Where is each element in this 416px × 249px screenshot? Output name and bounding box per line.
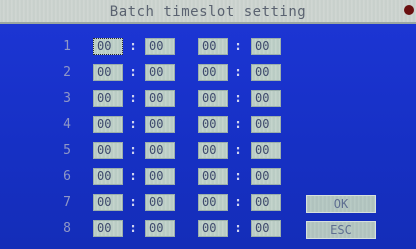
time-separator: : [234, 39, 242, 54]
time-separator: : [129, 91, 137, 106]
time-separator: : [234, 169, 242, 184]
end-hour-field[interactable]: 00 [198, 64, 228, 81]
timeslot-row: 4 00 00 00 00:: [0, 115, 300, 135]
start-hour-field[interactable]: 00 [93, 142, 123, 159]
time-separator: : [234, 117, 242, 132]
time-separator: : [234, 221, 242, 236]
end-minute-field[interactable]: 00 [251, 220, 281, 237]
end-hour-field[interactable]: 00 [198, 38, 228, 55]
start-hour-field[interactable]: 00 [93, 116, 123, 133]
row-number: 8 [63, 221, 71, 236]
row-number: 6 [63, 169, 71, 184]
end-minute-field[interactable]: 00 [251, 194, 281, 211]
start-minute-field[interactable]: 00 [145, 90, 175, 107]
start-minute-field[interactable]: 00 [145, 38, 175, 55]
start-minute-field[interactable]: 00 [145, 142, 175, 159]
start-hour-field[interactable]: 00 [93, 90, 123, 107]
time-separator: : [234, 91, 242, 106]
end-minute-field[interactable]: 00 [251, 90, 281, 107]
end-minute-field[interactable]: 00 [251, 116, 281, 133]
status-indicator-icon [404, 5, 414, 15]
time-separator: : [129, 195, 137, 210]
end-hour-field[interactable]: 00 [198, 90, 228, 107]
timeslot-row: 2 00 00 00 00:: [0, 63, 300, 83]
start-minute-field[interactable]: 00 [145, 64, 175, 81]
time-separator: : [234, 143, 242, 158]
end-minute-field[interactable]: 00 [251, 64, 281, 81]
time-separator: : [129, 39, 137, 54]
row-number: 5 [63, 143, 71, 158]
start-minute-field[interactable]: 00 [145, 168, 175, 185]
start-minute-field[interactable]: 00 [145, 116, 175, 133]
timeslot-row: 8 00 00 00 00:: [0, 219, 300, 239]
time-separator: : [129, 221, 137, 236]
end-minute-field[interactable]: 00 [251, 38, 281, 55]
start-hour-field[interactable]: 00 [93, 220, 123, 237]
end-hour-field[interactable]: 00 [198, 220, 228, 237]
row-number: 1 [63, 39, 71, 54]
row-number: 2 [63, 65, 71, 80]
time-separator: : [129, 143, 137, 158]
end-hour-field[interactable]: 00 [198, 116, 228, 133]
time-separator: : [234, 195, 242, 210]
row-number: 7 [63, 195, 71, 210]
row-number: 3 [63, 91, 71, 106]
row-number: 4 [63, 117, 71, 132]
start-minute-field[interactable]: 00 [145, 194, 175, 211]
start-minute-field[interactable]: 00 [145, 220, 175, 237]
time-separator: : [129, 117, 137, 132]
esc-button[interactable]: ESC [306, 221, 376, 239]
start-hour-field[interactable]: 00 [93, 38, 123, 55]
time-separator: : [129, 169, 137, 184]
timeslot-row: 3 00 00 00 00:: [0, 89, 300, 109]
timeslot-row: 1 00 00 00 00:: [0, 37, 300, 57]
timeslot-row: 7 00 00 00 00:: [0, 193, 300, 213]
timeslot-row: 5 00 00 00 00:: [0, 141, 300, 161]
time-separator: : [129, 65, 137, 80]
end-hour-field[interactable]: 00 [198, 142, 228, 159]
page-title: Batch timeslot setting [109, 4, 307, 20]
timeslot-row: 6 00 00 00 00:: [0, 167, 300, 187]
time-separator: : [234, 65, 242, 80]
end-hour-field[interactable]: 00 [198, 194, 228, 211]
ok-button[interactable]: OK [306, 195, 376, 213]
end-hour-field[interactable]: 00 [198, 168, 228, 185]
end-minute-field[interactable]: 00 [251, 142, 281, 159]
start-hour-field[interactable]: 00 [93, 194, 123, 211]
start-hour-field[interactable]: 00 [93, 64, 123, 81]
end-minute-field[interactable]: 00 [251, 168, 281, 185]
start-hour-field[interactable]: 00 [93, 168, 123, 185]
timeslot-screen: Batch timeslot setting 1 00 00 00 00::2 00 00 0… [0, 0, 416, 249]
title-bar: Batch timeslot setting [0, 0, 416, 24]
